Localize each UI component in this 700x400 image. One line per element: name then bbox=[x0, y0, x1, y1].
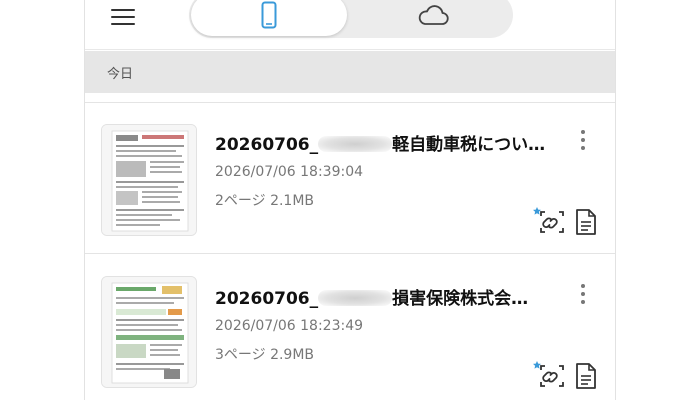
smartphone-icon bbox=[261, 1, 277, 29]
app-frame: 今日 20260706_ 軽自動車税につい… 2026/07/06 18:39:… bbox=[84, 0, 616, 400]
hamburger-menu-icon[interactable] bbox=[111, 6, 135, 26]
redacted-text bbox=[318, 136, 393, 152]
list-spacer bbox=[85, 93, 615, 103]
tab-local-device[interactable] bbox=[191, 0, 347, 36]
tab-cloud[interactable] bbox=[353, 0, 513, 38]
section-label: 今日 bbox=[107, 66, 134, 82]
document-meta: 3ページ 2.9MB bbox=[215, 347, 315, 363]
document-title-prefix: 20260706_ bbox=[215, 289, 319, 309]
document-title-suffix: 軽自動車税につい… bbox=[392, 135, 545, 155]
link-share-icon[interactable] bbox=[533, 204, 567, 236]
more-options-icon[interactable] bbox=[579, 282, 587, 306]
document-thumbnail-image bbox=[102, 125, 196, 235]
document-date: 2026/07/06 18:23:49 bbox=[215, 318, 364, 334]
section-header-today: 今日 bbox=[85, 51, 615, 93]
document-icon[interactable] bbox=[573, 208, 599, 236]
document-title-prefix: 20260706_ bbox=[215, 135, 319, 155]
source-toggle bbox=[189, 0, 513, 38]
list-item[interactable]: 20260706_ 損害保険株式会… 2026/07/06 18:23:49 3ペ… bbox=[85, 256, 615, 400]
document-thumbnail[interactable] bbox=[101, 124, 197, 236]
document-thumbnail[interactable] bbox=[101, 276, 197, 388]
more-options-icon[interactable] bbox=[579, 128, 587, 152]
top-bar bbox=[85, 0, 615, 50]
document-title[interactable]: 20260706_ 軽自動車税につい… bbox=[215, 130, 545, 155]
list-item[interactable]: 20260706_ 軽自動車税につい… 2026/07/06 18:39:04 2… bbox=[85, 104, 615, 254]
link-share-icon[interactable] bbox=[533, 358, 567, 390]
document-meta: 2ページ 2.1MB bbox=[215, 193, 315, 209]
document-title[interactable]: 20260706_ 損害保険株式会… bbox=[215, 284, 545, 309]
redacted-text bbox=[318, 290, 393, 306]
document-thumbnail-image bbox=[102, 277, 196, 387]
document-icon[interactable] bbox=[573, 362, 599, 390]
cloud-icon bbox=[418, 5, 449, 25]
document-date: 2026/07/06 18:39:04 bbox=[215, 164, 364, 180]
document-title-suffix: 損害保険株式会… bbox=[392, 289, 529, 309]
